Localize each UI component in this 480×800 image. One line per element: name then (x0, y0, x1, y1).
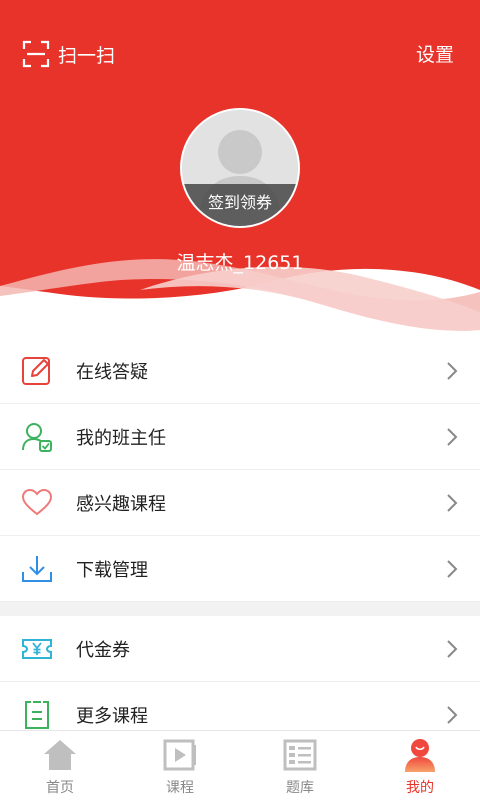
scan-label: 扫一扫 (58, 44, 116, 67)
menu-group-1: 在线答疑 我的班主任 感兴趣课程 下载管理 (0, 338, 480, 602)
menu-item-interested-courses[interactable]: 感兴趣课程 (0, 470, 480, 536)
menu-label: 更多课程 (76, 705, 148, 727)
chevron-right-icon (447, 493, 458, 512)
question-bank-icon (283, 739, 317, 771)
tab-question-bank[interactable]: 题库 (240, 731, 360, 800)
menu-label: 感兴趣课程 (76, 493, 166, 515)
scan-button[interactable]: 扫一扫 (22, 38, 115, 70)
tab-home[interactable]: 首页 (0, 731, 120, 800)
menu-item-my-head-teacher[interactable]: 我的班主任 (0, 404, 480, 470)
tab-label: 首页 (46, 780, 74, 796)
menu-item-voucher[interactable]: 代金券 (0, 616, 480, 682)
user-check-icon (22, 422, 52, 452)
menu-label: 代金券 (76, 639, 130, 661)
chevron-right-icon (447, 639, 458, 658)
section-divider (0, 602, 480, 616)
home-icon (44, 740, 76, 770)
settings-button[interactable]: 设置 (416, 40, 454, 67)
edit-icon (22, 356, 50, 385)
menu-group-2: 代金券 更多课程 (0, 616, 480, 748)
profile-header: 扫一扫 设置 签到领券 温志杰_12651 (0, 0, 480, 340)
menu-label: 下载管理 (76, 559, 148, 581)
voucher-icon (22, 638, 52, 659)
avatar[interactable]: 签到领券 (180, 108, 300, 228)
menu-label: 在线答疑 (76, 361, 148, 383)
heart-icon (21, 488, 53, 515)
tab-me[interactable]: 我的 (360, 731, 480, 800)
menu-label: 我的班主任 (76, 427, 166, 449)
download-icon (22, 555, 52, 582)
chevron-right-icon (447, 559, 458, 578)
tab-label: 我的 (406, 780, 434, 796)
menu-item-download-manager[interactable]: 下载管理 (0, 536, 480, 602)
tab-courses[interactable]: 课程 (120, 731, 240, 800)
tab-label: 题库 (286, 780, 314, 796)
username: 温志杰_12651 (176, 252, 304, 274)
tab-label: 课程 (166, 780, 194, 796)
menu-item-online-qa[interactable]: 在线答疑 (0, 338, 480, 404)
me-icon (405, 739, 435, 772)
list-icon (25, 700, 49, 729)
scan-icon (22, 40, 50, 68)
video-icon (163, 739, 196, 771)
bottom-tab-bar: 首页 课程 题库 我的 (0, 730, 480, 800)
chevron-right-icon (447, 361, 458, 380)
chevron-right-icon (447, 705, 458, 724)
signin-coupon-button[interactable]: 签到领券 (182, 184, 298, 226)
chevron-right-icon (447, 427, 458, 446)
